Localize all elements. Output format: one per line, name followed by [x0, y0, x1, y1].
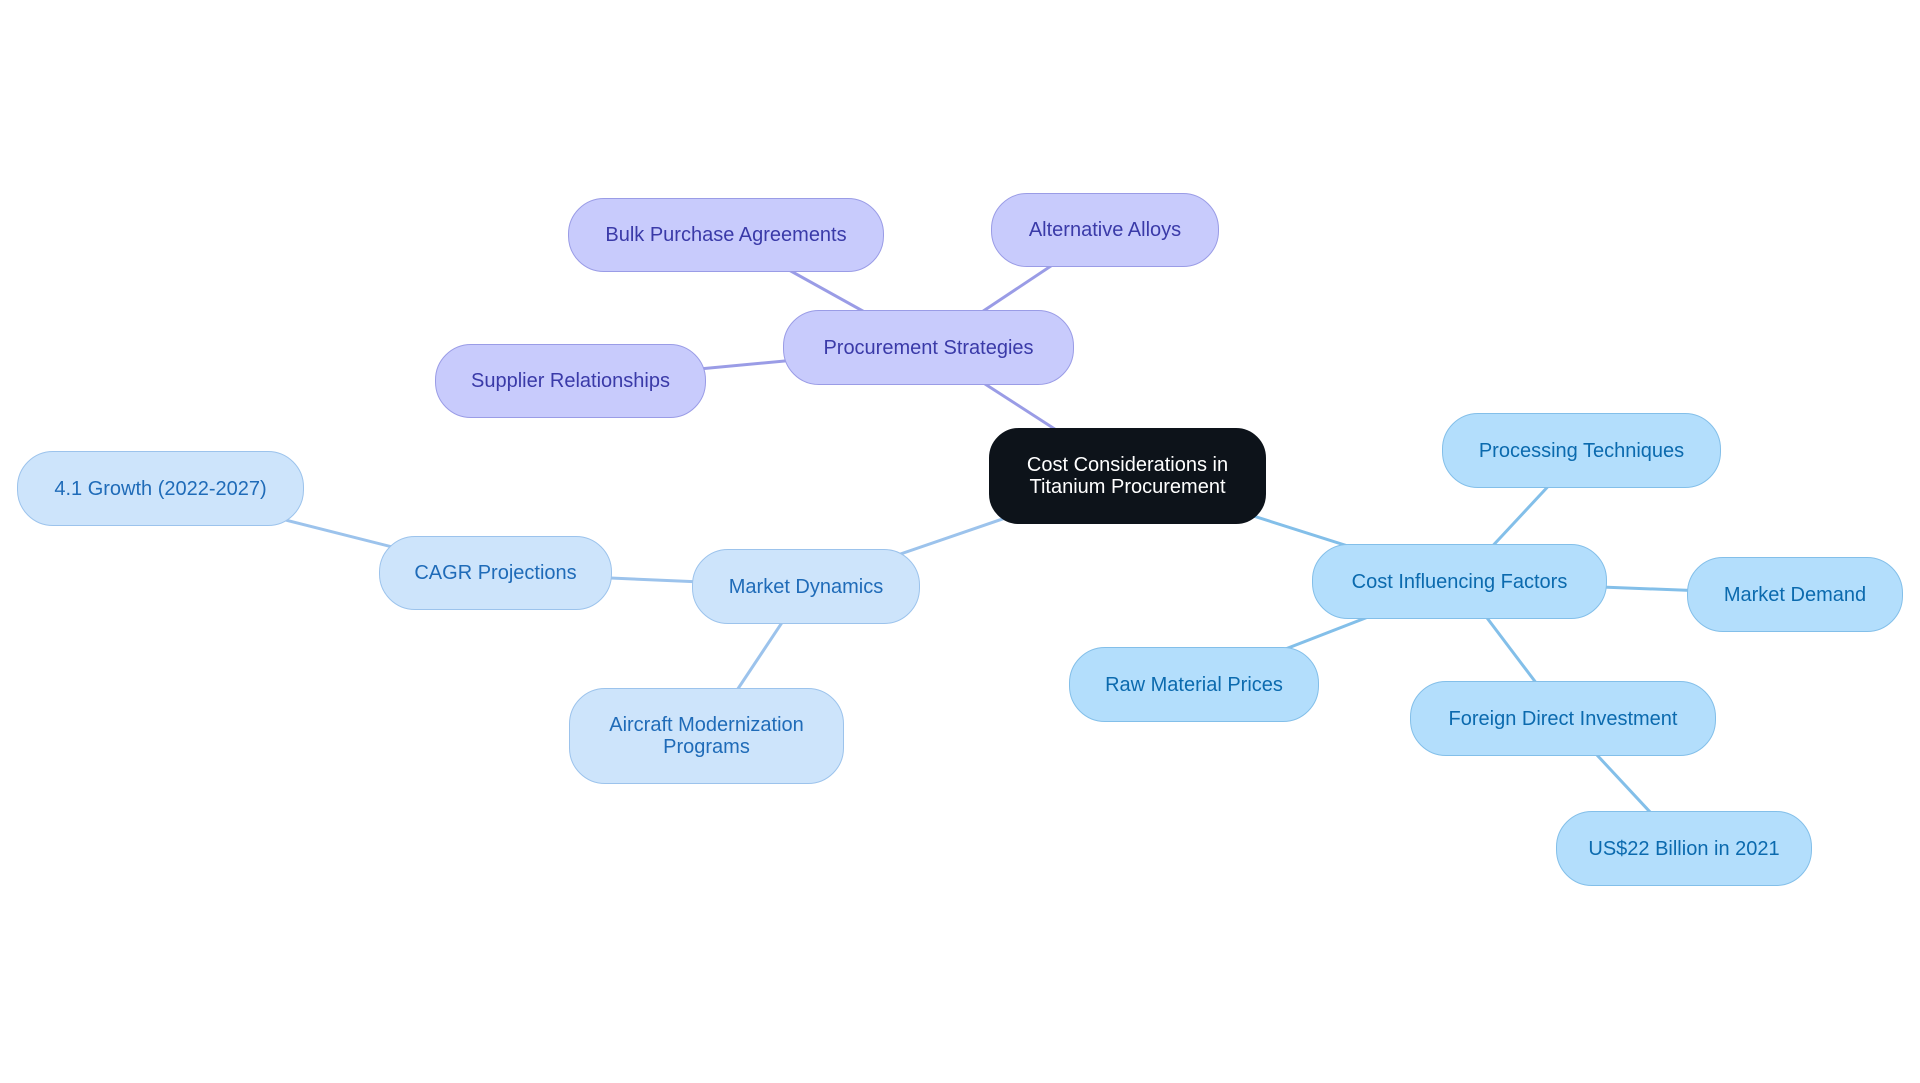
foreign-direct-investment-node[interactable]: Foreign Direct Investment — [1410, 681, 1716, 756]
processing-techniques-node[interactable]: Processing Techniques — [1442, 413, 1721, 488]
root-node[interactable]: Cost Considerations in Titanium Procurem… — [989, 428, 1266, 524]
raw-material-prices-node[interactable]: Raw Material Prices — [1069, 647, 1319, 722]
procurement-strategies-node[interactable]: Procurement Strategies — [783, 310, 1074, 385]
aircraft-modernization-node[interactable]: Aircraft Modernization Programs — [569, 688, 844, 784]
cagr-projections-node[interactable]: CAGR Projections — [379, 536, 612, 610]
cost-influencing-factors-node[interactable]: Cost Influencing Factors — [1312, 544, 1607, 619]
fdi-value-node[interactable]: US$22 Billion in 2021 — [1556, 811, 1812, 886]
growth-value-node[interactable]: 4.1 Growth (2022-2027) — [17, 451, 304, 526]
supplier-relationships-node[interactable]: Supplier Relationships — [435, 344, 706, 418]
edges-layer — [160, 228, 1796, 850]
mind-map-canvas: Cost Considerations in Titanium Procurem… — [0, 0, 1920, 1083]
market-demand-node[interactable]: Market Demand — [1687, 557, 1903, 632]
bulk-purchase-agreements-node[interactable]: Bulk Purchase Agreements — [568, 198, 884, 272]
alternative-alloys-node[interactable]: Alternative Alloys — [991, 193, 1219, 267]
market-dynamics-node[interactable]: Market Dynamics — [692, 549, 920, 624]
